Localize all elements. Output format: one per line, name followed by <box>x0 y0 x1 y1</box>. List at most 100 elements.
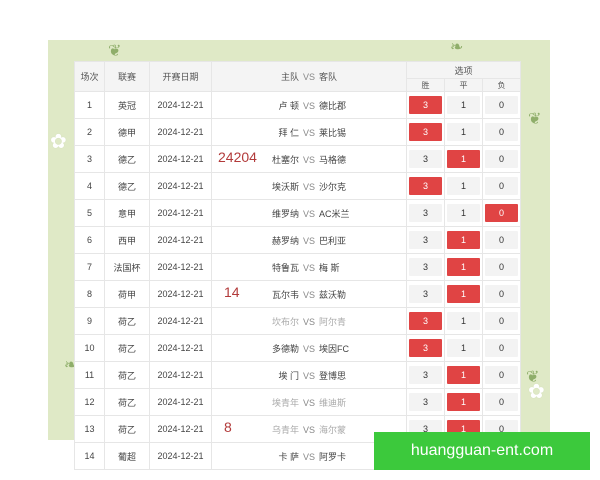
option-win-button[interactable]: 3 <box>409 96 442 114</box>
league-name: 荷乙 <box>104 361 150 389</box>
option-loss-cell: 0 <box>481 253 522 281</box>
option-loss-cell: 0 <box>481 91 522 119</box>
option-win-cell: 3 <box>406 199 445 227</box>
match-cell: 24204 杜塞尔 VS 马格德 <box>211 145 407 173</box>
home-team: 多德勒 <box>271 343 299 354</box>
option-draw-button[interactable]: 1 <box>447 231 480 249</box>
option-loss-cell: 0 <box>481 172 522 200</box>
handwritten-annotation: 14 <box>224 284 240 300</box>
match-cell: 多德勒 VS 埃因FC <box>211 334 407 362</box>
option-draw-button[interactable]: 1 <box>447 150 480 168</box>
match-cell: 坎布尔 VS 阿尔青 <box>211 307 407 335</box>
option-draw-cell: 1 <box>444 226 483 254</box>
league-name: 荷乙 <box>104 388 150 416</box>
vs-label: VS <box>302 127 315 138</box>
match-cell: 拜 仁 VS 莱比锡 <box>211 118 407 146</box>
league-name: 荷乙 <box>104 334 150 362</box>
option-loss-button[interactable]: 0 <box>485 312 519 330</box>
option-draw-button[interactable]: 1 <box>447 258 480 276</box>
option-loss-button[interactable]: 0 <box>485 258 519 276</box>
option-draw-button[interactable]: 1 <box>447 393 480 411</box>
league-name: 西甲 <box>104 226 150 254</box>
option-win-button[interactable]: 3 <box>409 393 442 411</box>
option-loss-button[interactable]: 0 <box>485 96 519 114</box>
table-row: 3 德乙 2024-12-21 24204 杜塞尔 VS 马格德 3 1 0 <box>74 145 522 173</box>
vs-label: VS <box>302 100 315 111</box>
round-number: 13 <box>74 415 105 443</box>
home-team: 赫罗纳 <box>271 235 299 246</box>
option-loss-button[interactable]: 0 <box>485 393 519 411</box>
option-win-cell: 3 <box>406 145 445 173</box>
option-win-button[interactable]: 3 <box>409 204 442 222</box>
option-draw-button[interactable]: 1 <box>447 177 480 195</box>
option-win-button[interactable]: 3 <box>409 150 442 168</box>
option-draw-cell: 1 <box>444 172 483 200</box>
handwritten-annotation: 24204 <box>218 149 257 165</box>
away-team: 巴利亚 <box>319 235 347 246</box>
match-date: 2024-12-21 <box>149 118 212 146</box>
option-draw-cell: 1 <box>444 307 483 335</box>
vs-label: VS <box>302 316 315 327</box>
match-date: 2024-12-21 <box>149 388 212 416</box>
league-name: 荷乙 <box>104 415 150 443</box>
option-draw-button[interactable]: 1 <box>447 366 480 384</box>
option-loss-cell: 0 <box>481 199 522 227</box>
option-loss-button[interactable]: 0 <box>485 231 519 249</box>
header-date: 开赛日期 <box>149 61 212 92</box>
option-loss-button[interactable]: 0 <box>485 150 519 168</box>
leaf-icon: ❧ <box>450 40 464 56</box>
option-win-button[interactable]: 3 <box>409 123 442 141</box>
option-draw-cell: 1 <box>444 253 483 281</box>
home-team: 埃 门 <box>278 370 299 381</box>
option-loss-button[interactable]: 0 <box>485 177 519 195</box>
league-name: 德乙 <box>104 172 150 200</box>
option-win-button[interactable]: 3 <box>409 366 442 384</box>
option-loss-cell: 0 <box>481 334 522 362</box>
home-team: 埃沃斯 <box>271 181 299 192</box>
option-win-button[interactable]: 3 <box>409 177 442 195</box>
away-team: 莱比锡 <box>319 127 347 138</box>
option-loss-cell: 0 <box>481 226 522 254</box>
league-name: 德甲 <box>104 118 150 146</box>
option-draw-button[interactable]: 1 <box>447 123 480 141</box>
option-win-cell: 3 <box>406 118 445 146</box>
vs-label: VS <box>302 370 315 381</box>
option-win-button[interactable]: 3 <box>409 285 442 303</box>
option-draw-cell: 1 <box>444 199 483 227</box>
round-number: 5 <box>74 199 105 227</box>
header-round: 场次 <box>74 61 105 92</box>
round-number: 1 <box>74 91 105 119</box>
leaf-icon: ❦ <box>108 43 122 60</box>
option-draw-button[interactable]: 1 <box>447 312 480 330</box>
option-loss-button[interactable]: 0 <box>485 366 519 384</box>
option-loss-button[interactable]: 0 <box>485 204 519 222</box>
league-name: 荷乙 <box>104 307 150 335</box>
option-draw-button[interactable]: 1 <box>447 339 480 357</box>
option-draw-button[interactable]: 1 <box>447 204 480 222</box>
option-win-button[interactable]: 3 <box>409 312 442 330</box>
match-date: 2024-12-21 <box>149 280 212 308</box>
away-team: 梅 斯 <box>319 262 340 273</box>
option-draw-button[interactable]: 1 <box>447 285 480 303</box>
vs-label: VS <box>302 154 315 165</box>
away-team: 埃因FC <box>319 343 349 354</box>
match-cell: 埃青年 VS 维迪斯 <box>211 388 407 416</box>
option-draw-cell: 1 <box>444 388 483 416</box>
option-win-button[interactable]: 3 <box>409 258 442 276</box>
option-win-cell: 3 <box>406 253 445 281</box>
option-win-button[interactable]: 3 <box>409 339 442 357</box>
match-cell: 卢 顿 VS 德比郡 <box>211 91 407 119</box>
option-draw-button[interactable]: 1 <box>447 96 480 114</box>
table-row: 9 荷乙 2024-12-21 坎布尔 VS 阿尔青 3 1 0 <box>74 307 522 335</box>
option-loss-button[interactable]: 0 <box>485 285 519 303</box>
vs-label: VS <box>302 289 315 300</box>
round-number: 6 <box>74 226 105 254</box>
vs-label: VS <box>302 262 315 273</box>
round-number: 14 <box>74 442 105 470</box>
option-win-cell: 3 <box>406 91 445 119</box>
match-cell: 维罗纳 VS AC米兰 <box>211 199 407 227</box>
option-win-button[interactable]: 3 <box>409 231 442 249</box>
option-loss-button[interactable]: 0 <box>485 123 519 141</box>
option-loss-button[interactable]: 0 <box>485 339 519 357</box>
option-win-cell: 3 <box>406 361 445 389</box>
